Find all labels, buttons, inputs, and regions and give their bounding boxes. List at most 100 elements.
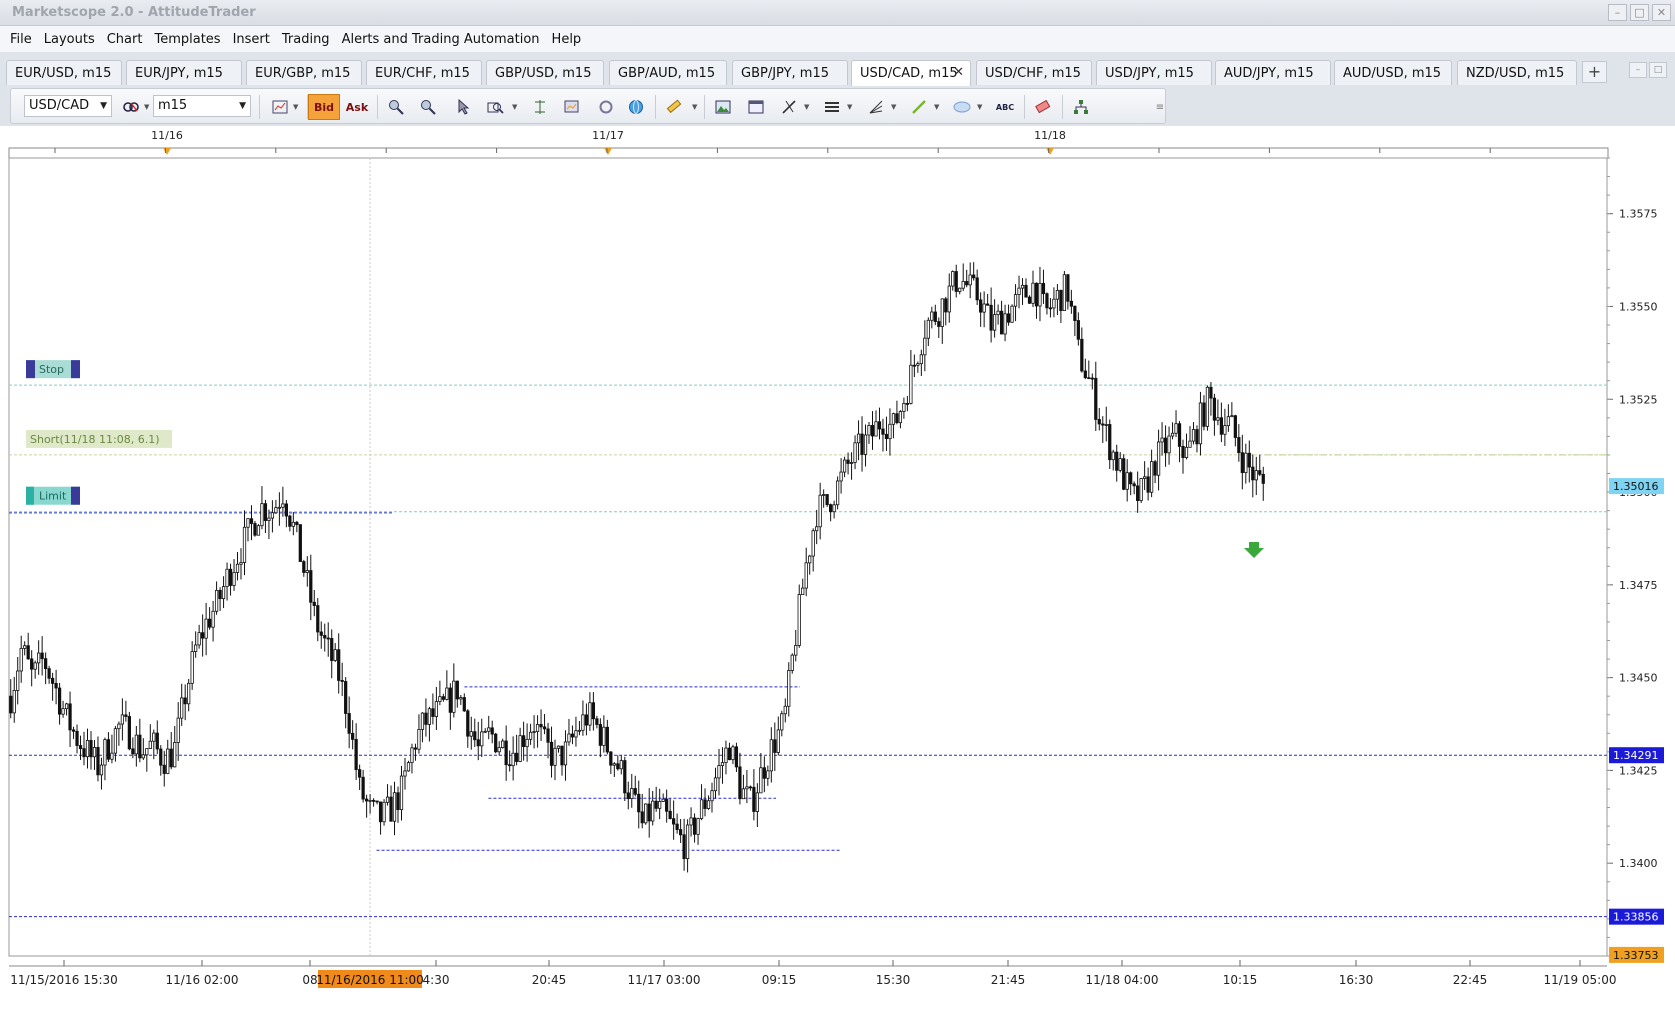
trend-line-icon[interactable]	[906, 94, 932, 120]
candle-body	[1177, 423, 1182, 447]
minimize-icon[interactable]: –	[1608, 4, 1627, 21]
refresh-icon[interactable]	[593, 94, 619, 120]
ruler-icon[interactable]	[661, 94, 687, 120]
tab-eur-chf[interactable]: EUR/CHF, m15	[366, 60, 482, 85]
candle-body	[766, 770, 770, 779]
dropdown-arrow-icon[interactable]: ▼	[692, 103, 697, 111]
candle-body	[818, 494, 822, 528]
price-tag-label: 1.33856	[1613, 911, 1659, 924]
candle-body	[741, 788, 746, 800]
top-date-label: 11/16	[151, 129, 183, 142]
menu-layouts[interactable]: Layouts	[38, 32, 101, 47]
dropdown-arrow-icon[interactable]: ▼	[934, 103, 939, 111]
candle-body	[110, 752, 114, 760]
tab-eur-usd[interactable]: EUR/USD, m15	[6, 60, 122, 85]
tab-gbp-usd[interactable]: GBP/USD, m15	[486, 60, 604, 85]
fan-lines-icon[interactable]	[863, 94, 889, 120]
candle-body	[1198, 402, 1203, 445]
candle-body	[1167, 435, 1171, 454]
tab-gbp-jpy[interactable]: GBP/JPY, m15	[732, 60, 848, 85]
tab-aud-usd[interactable]: AUD/USD, m15	[1334, 60, 1452, 85]
price-chart[interactable]: 11/1611/1711/181.35751.35501.35251.35001…	[0, 126, 1675, 1009]
toolbar-separator	[377, 95, 378, 119]
tab-usd-cad[interactable]: USD/CAD, m15 ✕	[851, 60, 971, 86]
menu-templates[interactable]: Templates	[148, 32, 226, 47]
zoom-out-icon[interactable]	[415, 94, 441, 120]
x-tick-label: 21:45	[991, 973, 1026, 987]
tab-eur-jpy[interactable]: EUR/JPY, m15	[126, 60, 242, 85]
dropdown-arrow-icon[interactable]: ▼	[891, 103, 896, 111]
menu-trading[interactable]: Trading	[276, 32, 336, 47]
ask-button[interactable]: Ask	[341, 94, 373, 120]
tab-usd-chf[interactable]: USD/CHF, m15	[976, 60, 1092, 85]
ellipse-icon[interactable]	[949, 94, 975, 120]
instrument-select[interactable]: USD/CAD ▼	[24, 95, 112, 117]
window-chart-icon[interactable]	[743, 94, 769, 120]
candle-body	[584, 714, 589, 726]
zoom-in-icon[interactable]	[383, 94, 409, 120]
chart-canvas[interactable]: 11/1611/1711/181.35751.35501.35251.35001…	[0, 126, 1675, 1009]
horizontal-line-icon[interactable]	[819, 94, 845, 120]
toolbar-overflow-icon[interactable]: ≡	[1154, 94, 1166, 120]
tab-gbp-aud[interactable]: GBP/AUD, m15	[609, 60, 727, 85]
text-tool-icon[interactable]: ABC	[992, 94, 1018, 120]
candle-body	[595, 718, 599, 725]
image-icon[interactable]	[710, 94, 736, 120]
candle-body	[152, 732, 156, 742]
dropdown-arrow-icon[interactable]: ▼	[293, 103, 298, 111]
candle-body	[644, 803, 648, 824]
dropdown-arrow-icon[interactable]: ▼	[804, 103, 809, 111]
candle-body	[783, 705, 787, 715]
candle-body	[776, 729, 780, 753]
globe-icon[interactable]	[623, 94, 649, 120]
zoom-area-icon[interactable]	[483, 94, 509, 120]
candle-body	[710, 790, 714, 802]
candle-body	[497, 747, 501, 753]
tab-aud-jpy[interactable]: AUD/JPY, m15	[1215, 60, 1331, 85]
close-tab-icon[interactable]: ✕	[953, 65, 964, 80]
hierarchy-icon[interactable]	[1068, 94, 1094, 120]
menu-file[interactable]: File	[4, 32, 38, 47]
tab-usd-jpy[interactable]: USD/JPY, m15	[1096, 60, 1212, 85]
dropdown-arrow-icon[interactable]: ▼	[847, 103, 852, 111]
price-tag-label: 1.34291	[1613, 749, 1659, 762]
menu-help[interactable]: Help	[546, 32, 588, 47]
bid-button[interactable]: Bid	[308, 94, 340, 120]
chart-type-icon[interactable]	[267, 94, 293, 120]
dropdown-arrow-icon[interactable]: ▼	[977, 103, 982, 111]
properties-icon[interactable]	[560, 94, 586, 120]
candle-body	[68, 703, 72, 731]
timeframe-select[interactable]: m15 ▼	[153, 95, 251, 117]
crosshair-icon[interactable]	[527, 94, 553, 120]
draw-tools-icon[interactable]	[776, 94, 802, 120]
candle-body	[330, 638, 334, 661]
add-tab-icon[interactable]: +	[1582, 61, 1607, 83]
cursor-icon[interactable]	[451, 94, 477, 120]
candle-body	[762, 767, 766, 779]
candle-body	[16, 670, 20, 691]
close-icon[interactable]: ✕	[1652, 4, 1671, 21]
dropdown-arrow-icon[interactable]: ▼	[144, 103, 149, 111]
candle-body	[560, 745, 564, 766]
candle-body	[1087, 377, 1091, 380]
dropdown-arrow-icon[interactable]: ▼	[512, 103, 517, 111]
candle-body	[57, 687, 62, 715]
candle-body	[225, 568, 229, 588]
eraser-icon[interactable]	[1030, 94, 1056, 120]
candle-body	[1066, 274, 1070, 302]
menu-alerts[interactable]: Alerts and Trading Automation	[336, 32, 546, 47]
tab-eur-gbp[interactable]: EUR/GBP, m15	[246, 60, 362, 85]
menu-insert[interactable]: Insert	[227, 32, 276, 47]
candle-body	[364, 798, 369, 802]
tab-nzd-usd[interactable]: NZD/USD, m15	[1457, 60, 1577, 85]
menu-chart[interactable]: Chart	[101, 32, 149, 47]
candle-body	[661, 798, 665, 802]
restore-icon[interactable]: □	[1630, 4, 1649, 21]
candle-body	[288, 515, 292, 527]
tab-restore-icon[interactable]: □	[1649, 62, 1667, 78]
compare-icon[interactable]	[118, 94, 144, 120]
candle-body	[1188, 440, 1192, 448]
candle-body	[480, 731, 484, 747]
tab-minimize-icon[interactable]: –	[1629, 62, 1647, 78]
candle-body	[835, 480, 840, 506]
